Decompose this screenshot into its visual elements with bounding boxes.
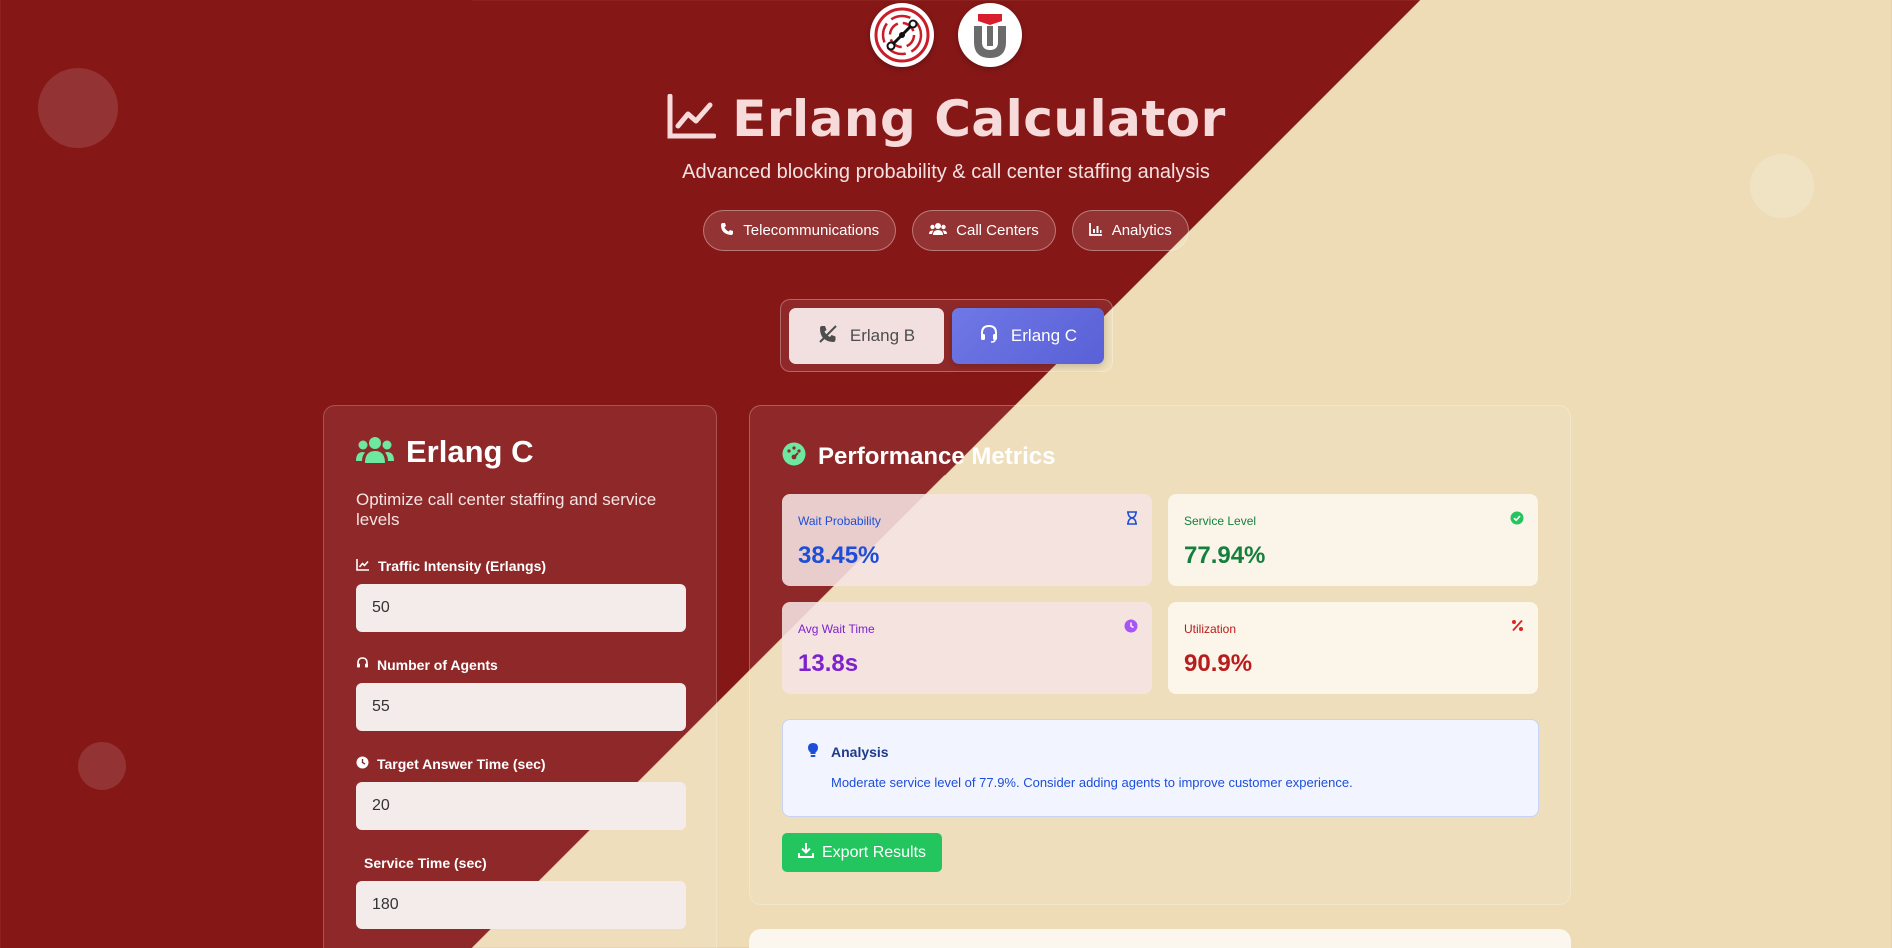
logo-circuit: [870, 3, 934, 67]
metric-value: 90.9%: [1184, 650, 1253, 677]
metrics-panel-title: Performance Metrics: [818, 442, 1056, 470]
analysis-header: Analysis: [807, 742, 1514, 761]
logo-university: [958, 3, 1022, 67]
secondary-card: [749, 929, 1571, 948]
lightbulb-icon: [807, 742, 819, 761]
bar-chart-icon: [1088, 222, 1103, 240]
export-results-label: Export Results: [822, 843, 927, 861]
chip-analytics[interactable]: Analytics: [1071, 210, 1189, 251]
agents-input[interactable]: [356, 683, 686, 731]
service-time-input[interactable]: [356, 881, 686, 929]
target-answer-time-input[interactable]: [356, 782, 686, 830]
page-subtitle: Advanced blocking probability & call cen…: [682, 161, 1210, 183]
analysis-title: Analysis: [831, 743, 889, 760]
metric-avg-wait-time: Avg Wait Time 13.8s: [782, 602, 1152, 694]
analysis-box: Analysis Moderate service level of 77.9%…: [782, 719, 1539, 817]
line-chart-icon: [356, 558, 370, 574]
line-chart-icon: [666, 93, 717, 145]
clock-icon: [1124, 619, 1138, 638]
metric-value: 13.8s: [798, 650, 859, 677]
erlang-b-tab[interactable]: Erlang B: [789, 308, 944, 364]
traffic-intensity-field: Traffic Intensity (Erlangs): [356, 558, 686, 632]
phone-slash-icon: [818, 324, 838, 349]
check-circle-icon: [1510, 511, 1524, 530]
metric-service-level: Service Level 77.94%: [1168, 494, 1538, 586]
service-time-label: Service Time (sec): [364, 855, 487, 871]
input-panel-description: Optimize call center staffing and servic…: [356, 490, 657, 529]
service-time-field: Service Time (sec): [356, 855, 686, 929]
export-results-button[interactable]: Export Results: [782, 833, 943, 872]
metrics-panel-header: Performance Metrics: [782, 442, 1055, 471]
metric-label: Wait Probability: [798, 514, 881, 528]
gauge-icon: [782, 442, 806, 471]
input-panel-title: Erlang C: [406, 434, 534, 469]
headset-icon: [979, 324, 999, 349]
metric-label: Avg Wait Time: [798, 622, 875, 636]
erlang-c-tab[interactable]: Erlang C: [952, 308, 1104, 364]
download-icon: [798, 842, 814, 863]
metrics-panel: Performance Metrics Wait Probability 38.…: [749, 405, 1571, 905]
headset-icon: [356, 657, 369, 673]
agents-label: Number of Agents: [356, 657, 684, 673]
analysis-text: Moderate service level of 77.9%. Conside…: [831, 775, 1353, 790]
traffic-intensity-label: Traffic Intensity (Erlangs): [356, 558, 684, 574]
target-answer-time-field: Target Answer Time (sec): [356, 756, 686, 830]
metric-value: 77.94%: [1184, 542, 1266, 569]
hourglass-icon: [1126, 511, 1138, 530]
decorative-circle: [78, 742, 126, 790]
traffic-intensity-input[interactable]: [356, 584, 686, 632]
input-panel: Erlang C Optimize call center staffing a…: [323, 405, 717, 948]
chip-label: Telecommunications: [743, 222, 880, 239]
erlang-c-label: Erlang C: [1010, 326, 1078, 345]
clock-icon: [356, 756, 369, 772]
metric-utilization: Utilization 90.9%: [1168, 602, 1538, 694]
erlang-b-label: Erlang B: [849, 326, 916, 345]
logo-group: [870, 3, 1022, 67]
calculator-mode-switch: Erlang B Erlang C: [780, 299, 1113, 372]
metric-label: Service Level: [1184, 514, 1257, 528]
chip-call-centers[interactable]: Call Centers: [912, 210, 1056, 251]
chip-telecommunications[interactable]: Telecommunications: [703, 210, 897, 251]
metric-wait-probability: Wait Probability 38.45%: [782, 494, 1152, 586]
chip-label: Analytics: [1111, 222, 1172, 239]
target-answer-time-label: Target Answer Time (sec): [356, 756, 684, 772]
chip-label: Call Centers: [956, 222, 1039, 239]
users-icon: [929, 222, 948, 240]
phone-icon: [720, 222, 734, 240]
page-title: Erlang Calculator: [732, 90, 1226, 148]
category-chips: Telecommunications Call Centers Analytic…: [0, 210, 1892, 251]
metric-label: Utilization: [1184, 622, 1237, 636]
metric-value: 38.45%: [798, 542, 880, 569]
users-icon: [356, 435, 394, 470]
agents-field: Number of Agents: [356, 657, 686, 731]
input-panel-header: Erlang C: [356, 434, 684, 470]
page-header: Erlang Calculator: [0, 90, 1892, 148]
percent-icon: [1511, 619, 1524, 637]
